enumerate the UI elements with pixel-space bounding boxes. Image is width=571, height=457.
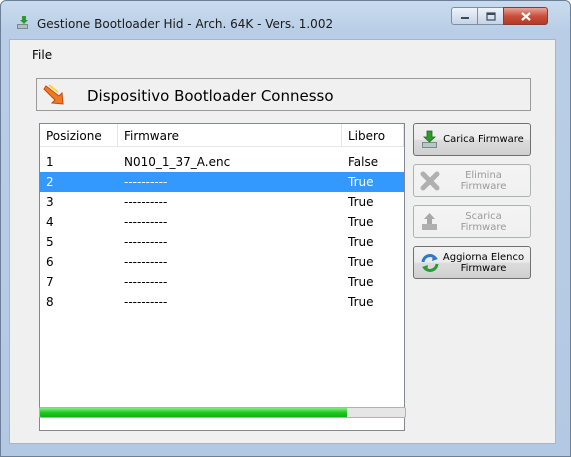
column-header-position[interactable]: Posizione: [40, 124, 118, 146]
title-bar[interactable]: Gestione Bootloader Hid - Arch. 64K - Ve…: [1, 1, 570, 33]
window-title: Gestione Bootloader Hid - Arch. 64K - Ve…: [37, 17, 334, 31]
delete-firmware-label: Elimina Firmware: [460, 169, 507, 192]
cell-firmware: ----------: [124, 275, 168, 289]
menu-bar: File: [10, 40, 555, 62]
table-row[interactable]: 7 ---------- True: [40, 272, 404, 292]
app-window: Gestione Bootloader Hid - Arch. 64K - Ve…: [0, 0, 571, 457]
cell-free: True: [348, 235, 374, 249]
column-header-free[interactable]: Libero: [342, 124, 404, 146]
window-controls: [451, 7, 548, 27]
cell-free: True: [348, 175, 374, 189]
minimize-icon: [460, 17, 469, 19]
download-firmware-icon: [422, 212, 437, 230]
table-row[interactable]: 2 ---------- True: [40, 172, 404, 192]
refresh-icon: [421, 253, 439, 272]
list-header: Posizione Firmware Libero: [40, 124, 404, 147]
load-firmware-label: Carica Firmware: [443, 134, 524, 145]
delete-firmware-button[interactable]: Elimina Firmware: [413, 164, 531, 197]
table-row[interactable]: 8 ---------- True: [40, 292, 404, 312]
close-icon: [520, 11, 531, 21]
progress-bar: [39, 407, 406, 418]
load-firmware-button[interactable]: Carica Firmware: [413, 123, 531, 156]
status-text: Dispositivo Bootloader Connesso: [87, 87, 334, 105]
cell-position: 5: [46, 235, 54, 249]
app-icon: [17, 16, 28, 29]
cell-free: True: [348, 215, 374, 229]
cell-free: True: [348, 255, 374, 269]
cell-position: 7: [46, 275, 54, 289]
cell-position: 4: [46, 215, 54, 229]
firmware-list[interactable]: Posizione Firmware Libero 1 N010_1_37_A.e…: [39, 123, 405, 431]
cell-position: 2: [46, 175, 54, 189]
cell-firmware: ----------: [124, 255, 168, 269]
client-area: File Dispositivo Bootloader Connesso Pos…: [9, 39, 556, 444]
cell-firmware: ----------: [124, 175, 168, 189]
cell-free: True: [348, 275, 374, 289]
refresh-list-button[interactable]: Aggiorna Elenco Firmware: [413, 246, 531, 279]
cell-firmware: N010_1_37_A.enc: [124, 155, 231, 169]
cell-position: 6: [46, 255, 54, 269]
status-arrow-icon: [43, 84, 64, 105]
column-header-firmware[interactable]: Firmware: [118, 124, 342, 146]
cell-firmware: ----------: [124, 235, 168, 249]
maximize-button[interactable]: [477, 7, 503, 25]
cell-position: 3: [46, 195, 54, 209]
table-row[interactable]: 5 ---------- True: [40, 232, 404, 252]
cell-firmware: ----------: [124, 195, 168, 209]
table-row[interactable]: 1 N010_1_37_A.enc False: [40, 152, 404, 172]
cell-firmware: ----------: [124, 295, 168, 309]
load-firmware-icon: [422, 130, 437, 148]
delete-icon: [420, 171, 440, 190]
refresh-list-label: Aggiorna Elenco Firmware: [442, 251, 525, 274]
table-row[interactable]: 4 ---------- True: [40, 212, 404, 232]
maximize-icon: [485, 11, 496, 21]
cell-free: True: [348, 195, 374, 209]
table-row[interactable]: 6 ---------- True: [40, 252, 404, 272]
menu-file[interactable]: File: [32, 48, 52, 62]
cell-free: False: [348, 155, 379, 169]
minimize-button[interactable]: [451, 7, 477, 25]
table-row[interactable]: 3 ---------- True: [40, 192, 404, 212]
download-firmware-label: Scarica Firmware: [460, 210, 507, 233]
cell-free: True: [348, 295, 374, 309]
cell-position: 8: [46, 295, 54, 309]
status-panel: Dispositivo Bootloader Connesso: [36, 78, 531, 111]
download-firmware-button[interactable]: Scarica Firmware: [413, 205, 531, 238]
progress-fill: [40, 408, 347, 417]
cell-firmware: ----------: [124, 215, 168, 229]
close-button[interactable]: [503, 7, 548, 25]
cell-position: 1: [46, 155, 54, 169]
